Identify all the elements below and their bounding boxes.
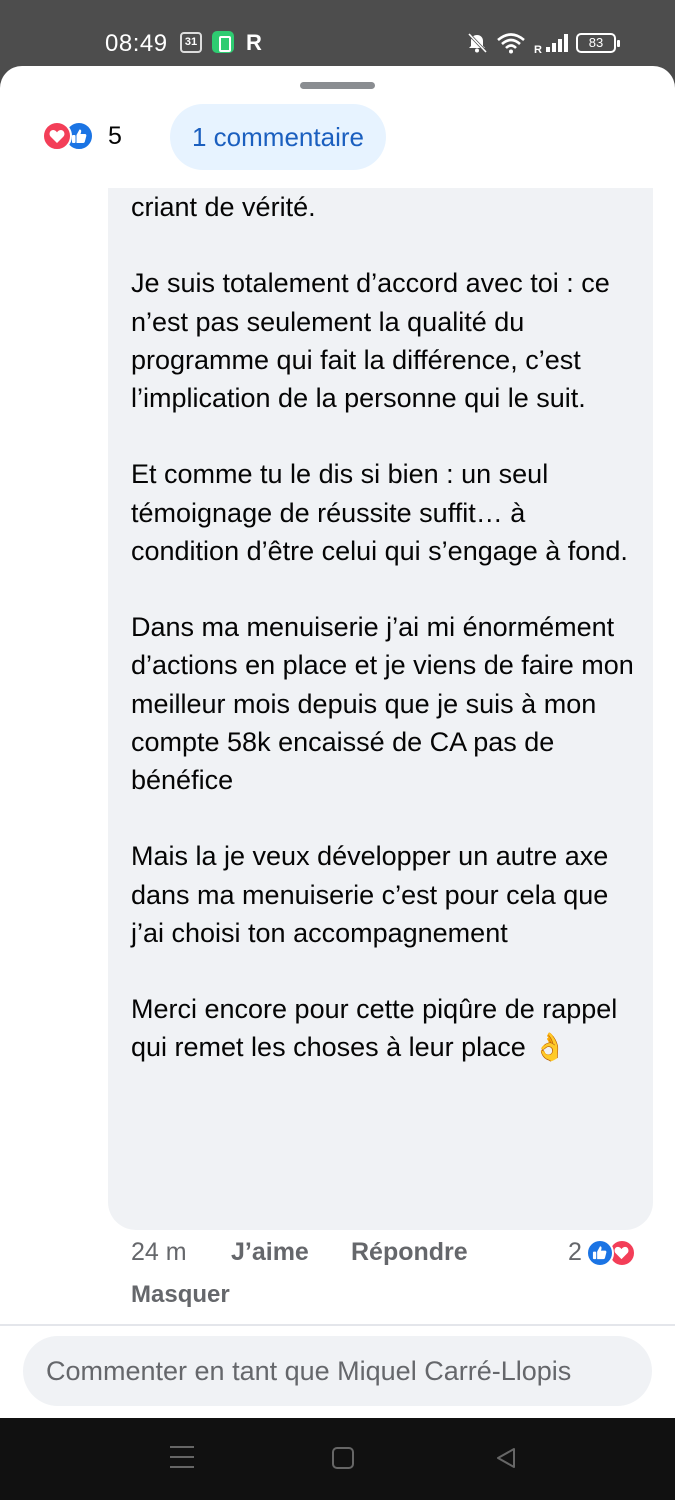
comment-text: criant de vérité. Je suis totalement d’a… — [131, 192, 634, 1063]
divider — [0, 1324, 675, 1326]
comments-sheet: 5 1 commentaire criant de vérité. Je sui… — [0, 66, 675, 1418]
back-icon[interactable] — [494, 1446, 518, 1470]
comment-reaction-count: 2 — [568, 1238, 582, 1266]
post-reactions[interactable]: 5 — [42, 121, 122, 151]
like-button[interactable]: J’aime — [231, 1238, 309, 1267]
battery-icon: 83 — [575, 33, 620, 53]
wifi-icon — [497, 33, 525, 54]
signal-icon — [545, 34, 568, 52]
status-bar: 08:49 31 R R 83 — [0, 0, 675, 70]
drag-handle[interactable] — [300, 82, 375, 89]
hide-button[interactable]: Masquer — [131, 1281, 230, 1309]
comment-bubble: criant de vérité. Je suis totalement d’a… — [108, 188, 653, 1230]
battery-saver-icon — [212, 31, 234, 53]
recent-apps-icon[interactable] — [170, 1446, 194, 1468]
heart-icon — [42, 121, 72, 151]
muted-bell-icon — [467, 32, 488, 54]
status-icons: R 83 — [466, 30, 620, 56]
status-time: 08:49 — [105, 30, 168, 57]
home-icon[interactable] — [332, 1447, 354, 1469]
comments-count-button[interactable]: 1 commentaire — [170, 104, 386, 170]
comment-reactions[interactable]: 2 — [568, 1238, 636, 1267]
r-app-icon: R — [246, 30, 262, 55]
roaming-label: R — [534, 44, 542, 56]
calendar-icon: 31 — [180, 32, 202, 53]
like-icon — [585, 1238, 614, 1267]
reply-button[interactable]: Répondre — [351, 1238, 468, 1267]
system-nav-bar — [0, 1418, 675, 1500]
reaction-count: 5 — [108, 121, 122, 150]
comment-input[interactable]: Commenter en tant que Miquel Carré-Llopi… — [23, 1336, 652, 1406]
comment-timestamp: 24 m — [131, 1238, 187, 1266]
